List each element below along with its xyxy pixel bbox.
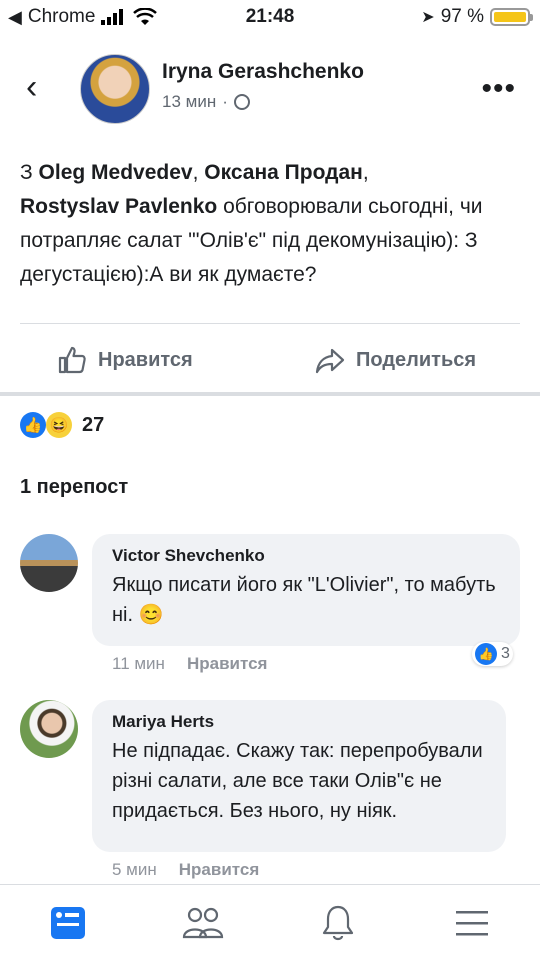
- like-reaction-icon: 👍: [475, 643, 497, 665]
- battery-icon: [490, 8, 533, 26]
- reactions-summary[interactable]: 👍 😆 27: [20, 412, 104, 438]
- like-reaction-icon: 👍: [20, 412, 46, 438]
- comment-meta: 11 мин Нравится: [112, 654, 267, 674]
- share-label: Поделиться: [356, 348, 477, 371]
- author-avatar[interactable]: [80, 54, 150, 124]
- haha-reaction-icon: 😆: [46, 412, 72, 438]
- comment-like-button[interactable]: Нравится: [179, 860, 260, 880]
- friends-icon: [182, 907, 224, 939]
- post-text: З Oleg Medvedev, Оксана Продан, Rostyslav…: [20, 156, 520, 292]
- comment-time[interactable]: 5 мин: [112, 860, 157, 880]
- comment-text: Не підпадає. Скажу так: перепробували рі…: [112, 740, 483, 822]
- tab-notifications[interactable]: [318, 903, 358, 943]
- post-time[interactable]: 13 мин: [162, 92, 216, 112]
- commenter-name[interactable]: Mariya Herts: [112, 712, 486, 732]
- commenter-avatar[interactable]: [20, 534, 78, 592]
- post-meta: 13 мин ·: [162, 92, 250, 112]
- battery-percent: 97 %: [440, 6, 484, 27]
- post-text-separator: ,: [192, 161, 205, 184]
- comment-time[interactable]: 11 мин: [112, 654, 165, 674]
- comment-bubble: Victor Shevchenko Якщо писати його як "L…: [92, 534, 520, 646]
- location-icon: ➤: [421, 9, 435, 26]
- post-actions: Нравится Поделиться: [0, 334, 540, 384]
- tab-menu[interactable]: [452, 903, 492, 943]
- back-chevron-icon[interactable]: ‹: [26, 68, 37, 107]
- hamburger-menu-icon: [456, 911, 488, 936]
- commenter-avatar[interactable]: [20, 700, 78, 758]
- tag-oleg-medvedev[interactable]: Oleg Medvedev: [39, 161, 193, 184]
- comment-reactions[interactable]: 👍 3: [472, 642, 513, 666]
- tag-oksana-prodan[interactable]: Оксана Продан: [204, 161, 363, 184]
- more-options-icon[interactable]: •••: [481, 72, 516, 106]
- status-bar: ◀ Chrome 21:48 ➤ 97 %: [0, 0, 540, 36]
- post-text-separator: ,: [362, 161, 369, 184]
- share-arrow-icon: [315, 348, 345, 374]
- comment-like-button[interactable]: Нравится: [187, 654, 268, 674]
- meta-separator: ·: [222, 92, 228, 111]
- like-button[interactable]: Нравится: [56, 344, 193, 376]
- section-separator: [0, 392, 540, 396]
- tag-rostyslav-pavlenko[interactable]: Rostyslav Pavlenko: [20, 195, 217, 218]
- public-globe-icon: [233, 94, 250, 110]
- shares-count[interactable]: 1 перепост: [20, 476, 128, 499]
- news-feed-icon: [51, 907, 85, 939]
- reaction-count: 27: [82, 413, 105, 436]
- comment-reaction-count: 3: [501, 645, 510, 662]
- bottom-tab-bar: [0, 884, 540, 961]
- bell-icon: [322, 905, 354, 941]
- post-text-intro: З: [20, 161, 39, 184]
- comment-meta: 5 мин Нравится: [112, 860, 259, 880]
- tab-friends[interactable]: [182, 903, 224, 943]
- thumbs-up-icon: [58, 346, 86, 374]
- like-label: Нравится: [98, 348, 193, 371]
- comment-bubble: Mariya Herts Не підпадає. Скажу так: пер…: [92, 700, 506, 852]
- tab-news-feed[interactable]: [48, 903, 88, 943]
- share-button[interactable]: Поделиться: [314, 344, 476, 376]
- post-header: ‹ Iryna Gerashchenko 13 мин · •••: [0, 50, 540, 130]
- author-name[interactable]: Iryna Gerashchenko: [162, 60, 364, 84]
- comment-text: Якщо писати його як "L'Olivier", то мабу…: [112, 574, 496, 626]
- divider: [20, 323, 520, 324]
- commenter-name[interactable]: Victor Shevchenko: [112, 546, 500, 566]
